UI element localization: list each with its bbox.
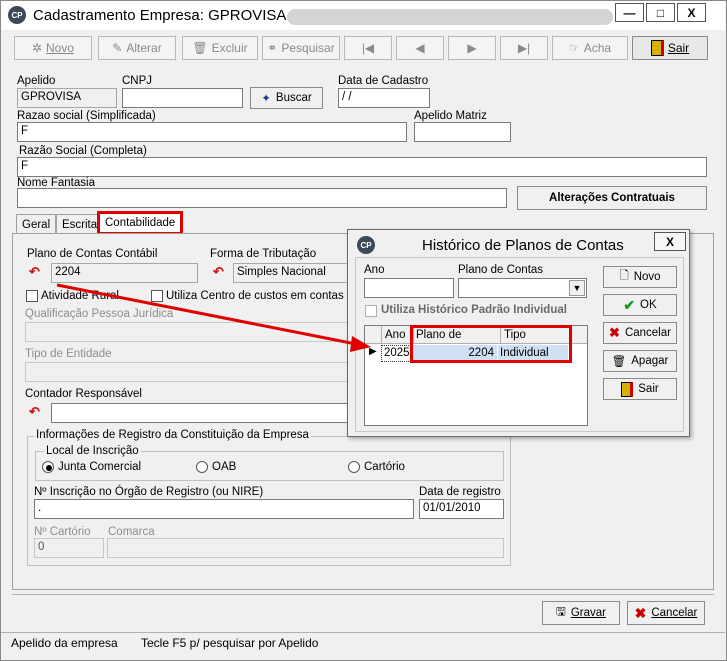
annotation-arrow-head	[350, 336, 371, 352]
annotation-arrow-line	[56, 283, 357, 346]
annotation-arrow	[56, 283, 371, 352]
